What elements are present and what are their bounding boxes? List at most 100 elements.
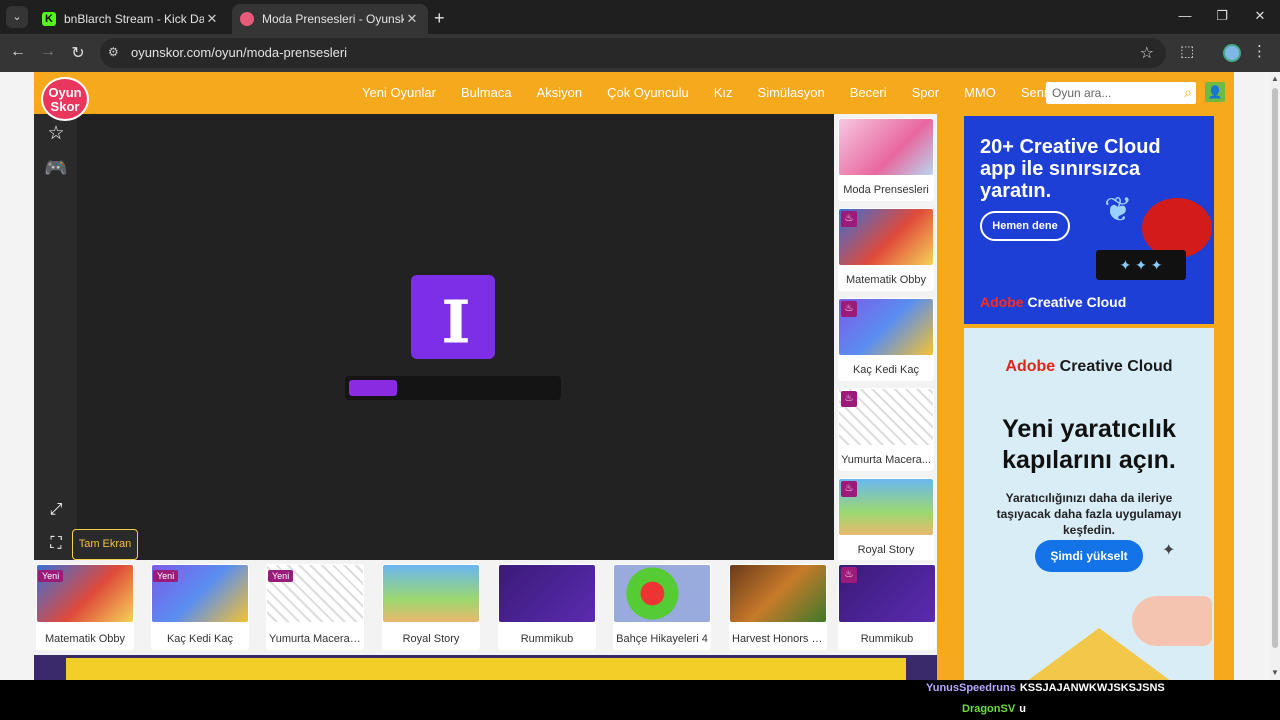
search-placeholder: Oyun ara...	[1052, 86, 1112, 100]
game-card[interactable]: ♨ Rummikub	[838, 564, 936, 650]
flame-icon: ♨	[841, 567, 857, 583]
game-title: Kaç Kedi Kaç	[852, 364, 920, 376]
related-games-row: Yeni Matematik Obby Yeni Kaç Kedi Kaç Ye…	[34, 560, 937, 655]
game-card[interactable]: Harvest Honors Cl...	[729, 564, 827, 650]
chat-message: DragonSV u	[962, 703, 1026, 715]
chat-username: DragonSV	[962, 703, 1016, 715]
butterfly-panel-icon: ✦ ✦ ✦	[1096, 250, 1186, 280]
ad-brand-product: Creative Cloud	[1055, 358, 1173, 375]
browser-toolbar: ← → ↻ ⚙ oyunskor.com/oyun/moda-prensesle…	[0, 34, 1280, 72]
game-thumbnail	[730, 565, 826, 622]
extensions-icon[interactable]: ⬚	[1180, 42, 1194, 60]
game-card[interactable]: Yeni Matematik Obby	[36, 564, 134, 650]
new-badge: Yeni	[38, 570, 64, 582]
tab-title: Moda Prensesleri - Oyunskor.co	[262, 12, 404, 26]
menu-item-simulasyon[interactable]: Simülasyon	[758, 85, 825, 100]
adobe-logo-text: Adobe	[1005, 358, 1056, 375]
flame-icon: ♨	[841, 481, 857, 497]
game-card[interactable]: Royal Story	[382, 564, 480, 650]
menu-kebab-icon[interactable]: ⋮	[1252, 42, 1267, 60]
game-sidebar: ☆ 🎮 ⤢ ⛶	[34, 114, 77, 566]
game-card[interactable]: Moda Prensesleri	[838, 118, 934, 201]
game-title: Harvest Honors Cl...	[732, 633, 827, 645]
bookmark-star-icon[interactable]: ☆	[1140, 43, 1154, 63]
logo-text-2: Skor	[50, 99, 80, 114]
menu-item-kiz[interactable]: Kız	[714, 85, 733, 100]
adobe-ad-top[interactable]: 20+ Creative Cloud app ile sınırsızca ya…	[964, 116, 1214, 324]
menu-item-spor[interactable]: Spor	[912, 85, 939, 100]
kick-icon: K	[42, 12, 56, 26]
scroll-down-icon[interactable]: ▼	[1271, 668, 1279, 677]
adobe-logo-text: Adobe	[980, 294, 1024, 310]
game-title: Royal Story	[857, 544, 915, 556]
reload-icon[interactable]: ↻	[68, 43, 88, 63]
profile-avatar[interactable]	[1223, 44, 1241, 62]
back-icon[interactable]: ←	[8, 43, 28, 61]
game-card[interactable]: Rummikub	[498, 564, 596, 650]
user-icon[interactable]: 👤	[1205, 82, 1225, 102]
scrollbar-thumb[interactable]	[1272, 88, 1278, 648]
game-card[interactable]: Yeni Kaç Kedi Kaç	[151, 564, 249, 650]
game-title: Rummikub	[860, 633, 914, 645]
gamepad-icon[interactable]: 🎮	[44, 156, 68, 180]
forward-icon[interactable]: →	[38, 43, 58, 61]
menu-item-yeni-oyunlar[interactable]: Yeni Oyunlar	[362, 85, 436, 100]
address-bar[interactable]: ⚙ oyunskor.com/oyun/moda-prensesleri ☆	[100, 38, 1166, 68]
game-card[interactable]: ♨ Yumurta Macera...	[838, 388, 934, 471]
menu-item-cok-oyunculu[interactable]: Çok Oyunculu	[607, 85, 689, 100]
menu-item-mmo[interactable]: MMO	[964, 85, 996, 100]
site-info-icon[interactable]: ⚙	[108, 45, 119, 59]
flame-icon: ♨	[841, 211, 857, 227]
game-loader-logo: ][	[411, 275, 495, 359]
tab-search-button[interactable]: ⌄	[6, 6, 28, 28]
restore-icon[interactable]: ❐	[1212, 8, 1232, 24]
close-window-icon[interactable]: ✕	[1250, 8, 1270, 24]
expand-icon[interactable]: ⤢	[44, 501, 68, 519]
game-title: Rummikub	[520, 633, 574, 645]
game-card[interactable]: Yeni Yumurta Macerası...	[266, 564, 364, 650]
game-frame[interactable]: ][	[77, 114, 834, 566]
main-menu: Yeni Oyunlar Bulmaca Aksiyon Çok Oyuncul…	[362, 85, 1102, 100]
menu-item-beceri[interactable]: Beceri	[850, 85, 887, 100]
tab-moda-prensesleri[interactable]: Moda Prensesleri - Oyunskor.co ✕	[232, 4, 428, 34]
scroll-up-icon[interactable]: ▲	[1271, 74, 1279, 83]
menu-item-aksiyon[interactable]: Aksiyon	[537, 85, 583, 100]
ad-brand-product: Creative Cloud	[1023, 294, 1127, 310]
page-scrollbar[interactable]: ▲ ▼	[1270, 72, 1280, 680]
ad-cta-button[interactable]: Şimdi yükselt	[1035, 540, 1143, 572]
minimize-icon[interactable]: —	[1175, 8, 1195, 23]
new-tab-button[interactable]: +	[434, 8, 445, 29]
ad-column: 20+ Creative Cloud app ile sınırsızca ya…	[945, 114, 1234, 680]
loading-bar	[345, 376, 561, 400]
game-thumbnail	[614, 565, 710, 622]
game-thumbnail	[839, 119, 933, 175]
new-badge: Yeni	[153, 570, 179, 582]
close-tab-icon[interactable]: ✕	[204, 11, 220, 27]
game-title: Royal Story	[402, 633, 460, 645]
fullscreen-icon[interactable]: ⛶	[44, 535, 68, 553]
game-title: Moda Prensesleri	[843, 184, 929, 196]
adobe-ad-bottom[interactable]: Adobe Creative Cloud Yeni yaratıcılık ka…	[964, 328, 1214, 680]
ad-brand: Adobe Creative Cloud	[980, 294, 1126, 310]
game-card[interactable]: Bahçe Hikayeleri 4	[613, 564, 711, 650]
search-icon[interactable]: ⌕	[1184, 84, 1192, 101]
site-container: Yeni Oyunlar Bulmaca Aksiyon Çok Oyuncul…	[34, 72, 1234, 680]
site-logo[interactable]: Oyun Skor	[41, 77, 89, 121]
close-tab-icon[interactable]: ✕	[404, 11, 420, 27]
ad-brand: Adobe Creative Cloud	[964, 358, 1214, 376]
oyunskor-icon	[240, 12, 254, 26]
site-header: Yeni Oyunlar Bulmaca Aksiyon Çok Oyuncul…	[34, 72, 1234, 114]
ad-cta-button[interactable]: Hemen dene	[980, 211, 1070, 241]
url-text[interactable]: oyunskor.com/oyun/moda-prensesleri	[131, 45, 347, 60]
game-title: Yumurta Macerası...	[269, 633, 364, 645]
chat-text: KSSJAJANWKWJSKSJSNS	[1019, 682, 1165, 694]
game-card[interactable]: ♨ Royal Story	[838, 478, 934, 561]
search-input[interactable]: Oyun ara... ⌕	[1046, 82, 1196, 104]
favorite-star-icon[interactable]: ☆	[44, 122, 68, 145]
new-badge: Yeni	[268, 570, 294, 582]
game-card[interactable]: ♨ Matematik Obby	[838, 208, 934, 291]
tab-kick-dashboard[interactable]: K bnBlarch Stream - Kick Dashbo ✕	[34, 4, 228, 34]
chat-message: YunusSpeedruns KSSJAJANWKWJSKSJSNS	[926, 682, 1165, 694]
game-card[interactable]: ♨ Kaç Kedi Kaç	[838, 298, 934, 381]
menu-item-bulmaca[interactable]: Bulmaca	[461, 85, 512, 100]
